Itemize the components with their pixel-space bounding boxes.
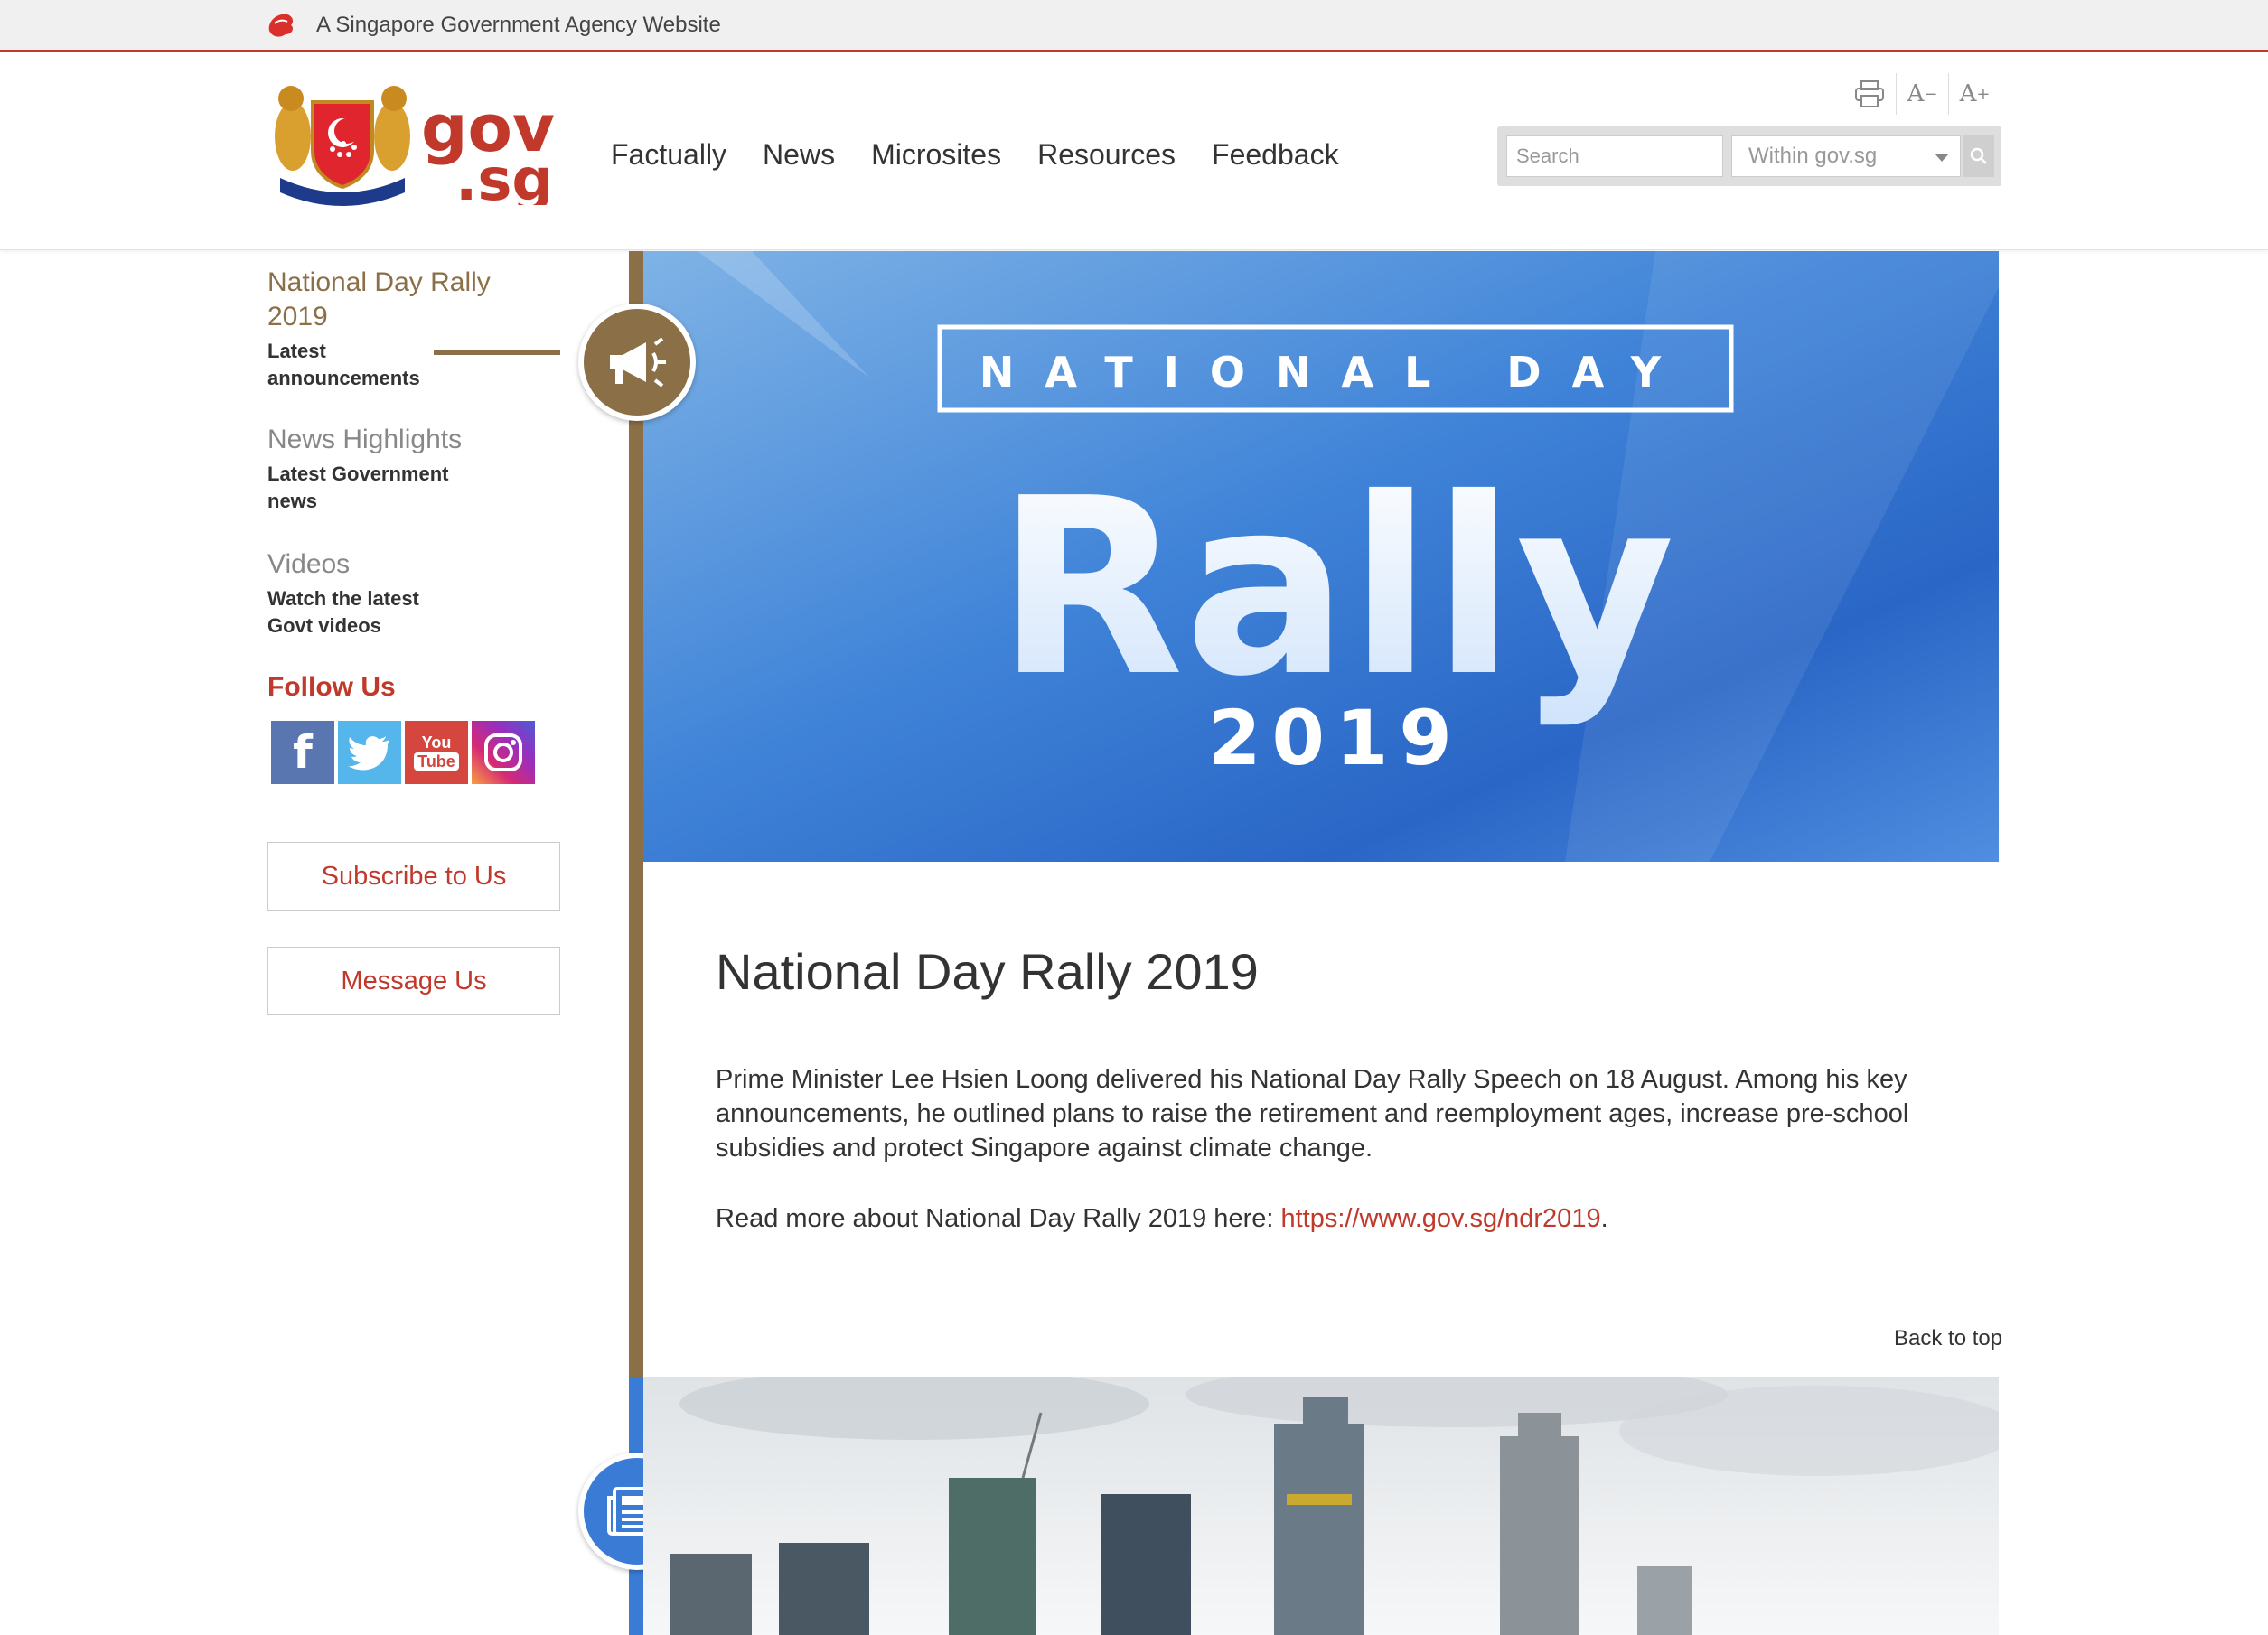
search-scope-select[interactable]: Within gov.sg xyxy=(1731,135,1961,177)
skyline-graphic xyxy=(643,1377,1999,1635)
nav-resources[interactable]: Resources xyxy=(1037,138,1176,172)
message-us-button[interactable]: Message Us xyxy=(267,947,560,1015)
sidebar-item-subtitle: Watch the latest Govt videos xyxy=(267,587,419,637)
nav-feedback[interactable]: Feedback xyxy=(1212,138,1339,172)
increase-font-button[interactable]: A + xyxy=(1948,73,2001,115)
facebook-icon[interactable]: f xyxy=(271,721,334,784)
agency-label: A Singapore Government Agency Website xyxy=(316,13,721,37)
masthead: A Singapore Government Agency Website xyxy=(0,0,2268,52)
article: National Day Rally 2019 Prime Minister L… xyxy=(716,939,1935,1236)
ndr2019-link[interactable]: https://www.gov.sg/ndr2019 xyxy=(1280,1204,1600,1233)
lion-head-icon xyxy=(268,14,294,37)
print-button[interactable] xyxy=(1843,73,1896,115)
singapore-crest-logo[interactable] xyxy=(271,80,414,209)
social-links: f You Tube xyxy=(271,721,566,784)
read-more-paragraph: Read more about National Day Rally 2019 … xyxy=(716,1201,1935,1236)
skyline-image xyxy=(643,1377,1999,1635)
article-paragraph: Prime Minister Lee Hsien Loong delivered… xyxy=(716,1065,1909,1163)
banner-line-rally: Rally xyxy=(996,445,1674,730)
sidebar-item-videos[interactable]: Videos Watch the latest Govt videos xyxy=(267,547,566,654)
search-scope-value: Within gov.sg xyxy=(1748,144,1878,168)
print-icon xyxy=(1855,80,1884,107)
follow-us-heading: Follow Us xyxy=(267,672,396,702)
banner-line-year: 2019 xyxy=(1208,694,1463,782)
article-title: National Day Rally 2019 xyxy=(716,943,1259,1000)
megaphone-icon xyxy=(610,337,666,388)
twitter-icon[interactable] xyxy=(338,721,401,784)
decrease-font-sup: − xyxy=(1924,84,1938,104)
sidebar-item-subtitle: Latest announcements xyxy=(267,340,420,389)
timeline-connector xyxy=(434,350,560,355)
sidebar: National Day Rally 2019 Latest announcem… xyxy=(267,266,566,784)
youtube-icon-text-tube: Tube xyxy=(414,752,459,771)
ndr-banner-image: NATIONAL DAY Rally 2019 xyxy=(643,251,1999,862)
back-to-top-link[interactable]: Back to top xyxy=(1894,1326,2002,1351)
search-button[interactable] xyxy=(1963,135,1994,177)
subscribe-button[interactable]: Subscribe to Us xyxy=(267,842,560,911)
ndr-banner-graphic: NATIONAL DAY Rally 2019 xyxy=(643,251,1999,862)
sidebar-item-title: Videos xyxy=(267,549,351,579)
announcement-badge xyxy=(578,304,696,421)
gov-sg-logo-suffix: .sg xyxy=(455,147,553,205)
chevron-down-icon xyxy=(1935,154,1949,162)
gov-sg-logo[interactable]: gov .sg xyxy=(419,88,564,205)
instagram-icon[interactable] xyxy=(472,721,535,784)
decrease-font-label: A xyxy=(1907,80,1925,107)
search-icon xyxy=(1970,147,1987,164)
banner-line-national-day: NATIONAL DAY xyxy=(979,348,1692,397)
search-input[interactable] xyxy=(1506,135,1723,177)
nav-news[interactable]: News xyxy=(763,138,835,172)
sidebar-item-news-highlights[interactable]: News Highlights Latest Government news xyxy=(267,423,566,529)
search-bar: Within gov.sg xyxy=(1497,126,2001,186)
sidebar-item-title: News Highlights xyxy=(267,425,463,454)
nav-microsites[interactable]: Microsites xyxy=(871,138,1001,172)
nav-factually[interactable]: Factually xyxy=(611,138,726,172)
read-more-suffix: . xyxy=(1600,1204,1608,1233)
youtube-icon[interactable]: You Tube xyxy=(405,721,468,784)
sidebar-item-subtitle: Latest Government news xyxy=(267,462,449,512)
main-nav: Factually News Microsites Resources Feed… xyxy=(611,138,1339,172)
sidebar-item-title: National Day Rally 2019 xyxy=(267,267,491,332)
read-more-prefix: Read more about National Day Rally 2019 … xyxy=(716,1204,1281,1233)
increase-font-label: A xyxy=(1959,80,1977,107)
youtube-icon-text-you: You xyxy=(421,733,452,752)
increase-font-sup: + xyxy=(1976,84,1991,104)
site-header: gov .sg Factually News Microsites Resour… xyxy=(0,55,2268,250)
sidebar-item-national-day-rally[interactable]: National Day Rally 2019 Latest announcem… xyxy=(267,266,566,401)
page-tools: A − A + xyxy=(1843,73,2001,115)
decrease-font-button[interactable]: A − xyxy=(1896,73,1948,115)
